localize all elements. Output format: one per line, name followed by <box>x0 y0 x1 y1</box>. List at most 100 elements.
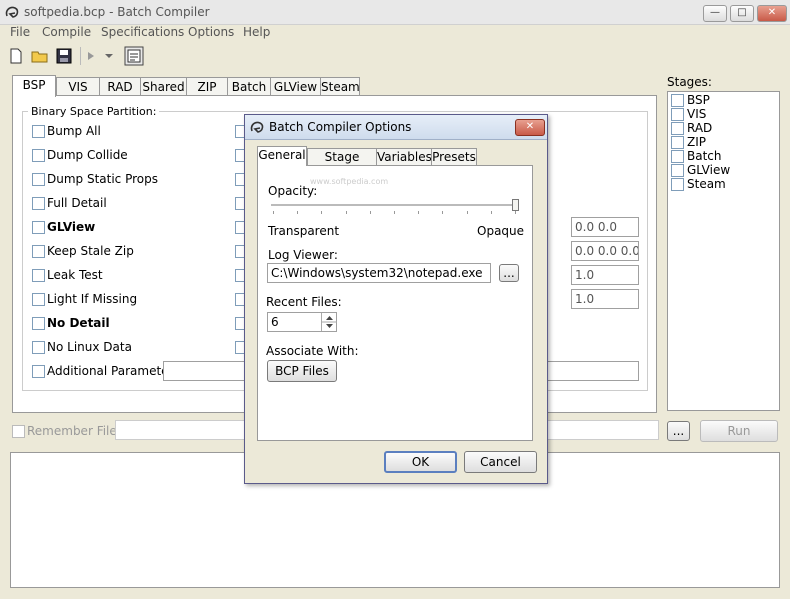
stage-rad-label: RAD <box>687 121 713 135</box>
dialog-title-bar: Batch Compiler Options ✕ <box>245 115 547 140</box>
menu-help[interactable]: Help <box>243 25 270 39</box>
new-file-icon[interactable] <box>6 46 26 66</box>
maximize-button[interactable]: □ <box>730 5 754 22</box>
opacity-slider-thumb[interactable] <box>512 199 519 211</box>
opacity-label: Opacity: <box>268 184 318 198</box>
opacity-tick <box>273 211 274 214</box>
stage-vis-label: VIS <box>687 107 707 121</box>
checkbox-full-detail[interactable] <box>32 197 45 210</box>
checkbox-stage-zip[interactable] <box>671 136 684 149</box>
menu-specifications[interactable]: Specifications <box>101 25 184 39</box>
value-field-3[interactable]: 1.0 <box>571 265 639 285</box>
checkbox-additional-parameters[interactable] <box>32 365 45 378</box>
value-field-4[interactable]: 1.0 <box>571 289 639 309</box>
opacity-tick <box>442 211 443 214</box>
opacity-tick <box>297 211 298 214</box>
window-title: softpedia.bcp - Batch Compiler <box>24 5 210 19</box>
checkbox-light-if-missing[interactable] <box>32 293 45 306</box>
app-icon <box>250 121 264 133</box>
label-no-linux-data: No Linux Data <box>47 340 132 354</box>
bsp-group-label: Binary Space Partition: <box>28 105 160 118</box>
close-button[interactable]: ✕ <box>757 5 787 22</box>
opaque-label: Opaque <box>477 224 525 238</box>
dialog-tab-stage-paths[interactable]: Stage Paths <box>307 148 377 181</box>
tab-glview[interactable]: GLView <box>270 77 321 96</box>
toolbar <box>0 44 790 68</box>
ok-button[interactable]: OK <box>384 451 457 473</box>
log-viewer-input[interactable]: C:\Windows\system32\notepad.exe <box>267 263 491 283</box>
stage-glview-label: GLView <box>687 163 731 177</box>
dialog-title: Batch Compiler Options <box>269 120 412 134</box>
menu-compile[interactable]: Compile <box>42 25 91 39</box>
checkbox-stage-batch[interactable] <box>671 150 684 163</box>
label-full-detail: Full Detail <box>47 196 107 210</box>
label-light-if-missing: Light If Missing <box>47 292 138 306</box>
remember-browse-button[interactable]: ... <box>667 421 690 441</box>
log-viewer-label: Log Viewer: <box>268 248 338 262</box>
value-field-1[interactable]: 0.0 0.0 <box>571 217 639 237</box>
menu-options[interactable]: Options <box>188 25 234 39</box>
checkbox-stage-glview[interactable] <box>671 164 684 177</box>
menu-file[interactable]: File <box>10 25 30 39</box>
checkbox-dump-collide[interactable] <box>32 149 45 162</box>
tab-zip[interactable]: ZIP <box>186 77 228 96</box>
checkbox-stage-rad[interactable] <box>671 122 684 135</box>
label-bump-all: Bump All <box>47 124 101 138</box>
stage-steam-label: Steam <box>687 177 726 191</box>
label-leak-test: Leak Test <box>47 268 103 282</box>
checkbox-dump-static-props[interactable] <box>32 173 45 186</box>
label-dump-static-props: Dump Static Props <box>47 172 158 186</box>
run-button[interactable]: Run <box>700 420 778 442</box>
label-additional-parameters: Additional Parameters <box>47 364 180 378</box>
checkbox-stage-bsp[interactable] <box>671 94 684 107</box>
stage-zip-label: ZIP <box>687 135 706 149</box>
remember-file-label: Remember File <box>27 424 117 438</box>
opacity-tick <box>370 211 371 214</box>
dialog-close-button[interactable]: ✕ <box>515 119 545 136</box>
checkbox-bump-all[interactable] <box>32 125 45 138</box>
app-icon <box>5 6 19 18</box>
label-no-detail: No Detail <box>47 316 110 330</box>
label-glview: GLView <box>47 220 96 234</box>
opacity-tick <box>418 211 419 214</box>
checkbox-keep-stale-zip[interactable] <box>32 245 45 258</box>
tab-vis[interactable]: VIS <box>56 77 100 96</box>
cancel-button[interactable]: Cancel <box>464 451 537 473</box>
opacity-tick <box>467 211 468 214</box>
watermark: www.softpedia.com <box>310 177 389 186</box>
checkbox-leak-test[interactable] <box>32 269 45 282</box>
chevron-down-icon[interactable] <box>102 46 122 66</box>
recent-files-label: Recent Files: <box>266 295 342 309</box>
tab-shared[interactable]: Shared <box>140 77 187 96</box>
opacity-slider-track[interactable] <box>271 204 517 207</box>
log-viewer-browse-button[interactable]: ... <box>499 264 519 282</box>
checkbox-stage-vis[interactable] <box>671 108 684 121</box>
checkbox-no-detail[interactable] <box>32 317 45 330</box>
open-folder-icon[interactable] <box>30 46 50 66</box>
dialog-tab-presets[interactable]: Presets <box>431 148 477 166</box>
stepper-arrows-icon[interactable] <box>322 313 337 331</box>
play-icon[interactable] <box>84 46 104 66</box>
label-dump-collide: Dump Collide <box>47 148 128 162</box>
checkbox-stage-steam[interactable] <box>671 178 684 191</box>
minimize-button[interactable]: — <box>703 5 727 22</box>
stepper-buttons[interactable] <box>321 313 337 331</box>
opacity-tick <box>394 211 395 214</box>
checkbox-no-linux-data[interactable] <box>32 341 45 354</box>
value-field-2[interactable]: 0.0 0.0 0.0 0.0 <box>571 241 639 261</box>
options-icon[interactable] <box>124 46 144 66</box>
bcp-files-button[interactable]: BCP Files <box>267 360 337 382</box>
dialog-tab-general[interactable]: General <box>257 146 307 166</box>
checkbox-remember-file[interactable] <box>12 425 25 438</box>
tab-rad[interactable]: RAD <box>99 77 141 96</box>
checkbox-glview[interactable] <box>32 221 45 234</box>
menu-bar: File Compile Specifications Options Help <box>0 24 790 42</box>
opacity-tick <box>515 211 516 214</box>
title-bar: softpedia.bcp - Batch Compiler — □ ✕ <box>0 0 790 25</box>
dialog-tab-variables[interactable]: Variables <box>376 148 432 166</box>
tab-steam[interactable]: Steam <box>320 77 360 96</box>
tab-batch[interactable]: Batch <box>227 77 271 96</box>
options-dialog: Batch Compiler Options ✕ General Stage P… <box>244 114 548 484</box>
tab-bsp[interactable]: BSP <box>12 75 56 97</box>
save-icon[interactable] <box>54 46 74 66</box>
